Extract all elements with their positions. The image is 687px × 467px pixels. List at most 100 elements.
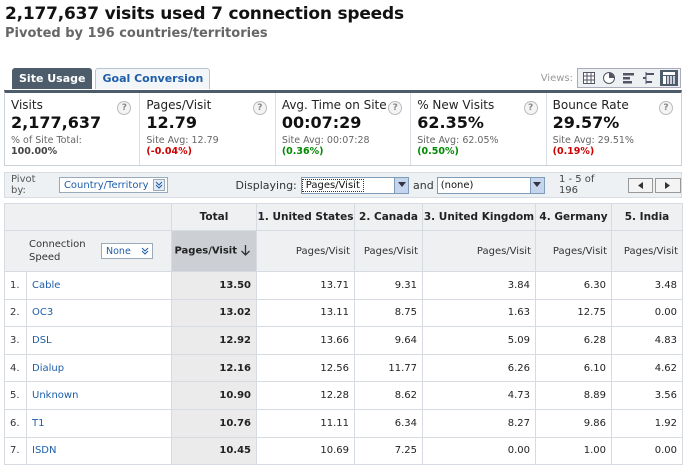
row-name-link[interactable]: T1 — [32, 418, 44, 429]
metric-header[interactable]: Pages/Visit — [611, 230, 683, 272]
pivot-table: Total 1. United States 2. Canada 3. Unit… — [4, 203, 683, 466]
scorecard-visits: Visits 2,177,637 % of Site Total: 100.00… — [5, 93, 141, 165]
value-cell: 8.75 — [354, 298, 423, 328]
row-name-link[interactable]: ISDN — [32, 445, 56, 456]
scorecard-label: Avg. Time on Site — [281, 98, 387, 112]
value-cell: 3.84 — [422, 271, 536, 300]
scorecard-pages-visit: Pages/Visit 12.79 Site Avg: 12.79 (-0.04… — [140, 93, 276, 165]
metric-header[interactable]: Pages/Visit — [535, 230, 612, 272]
value-cell: 13.11 — [256, 298, 355, 328]
scorecard-delta: (0.19%) — [552, 146, 595, 157]
value-cell: 6.34 — [354, 408, 423, 438]
metric-header[interactable]: Pages/Visit — [256, 230, 355, 272]
total-column-header: Total — [171, 203, 257, 231]
sort-metric-header[interactable]: Pages/Visit — [171, 230, 257, 272]
scorecard-sub-value: 100.00% — [11, 146, 58, 157]
value-cell: 6.28 — [535, 326, 612, 355]
table-row: 5. Unknown 10.90 12.28 8.62 4.73 8.89 3.… — [4, 381, 683, 410]
row-dimension-label: Connection Speed — [29, 239, 86, 263]
scorecard-avg-time: Avg. Time on Site 00:07:29 Site Avg: 00:… — [276, 93, 412, 165]
help-icon[interactable]: ? — [659, 101, 674, 115]
scorecard-sub-label: Site Avg: — [281, 135, 324, 146]
row-name-link[interactable]: Dialup — [32, 363, 64, 374]
tab-site-usage[interactable]: Site Usage — [12, 68, 93, 89]
pivot-column-header: 4. Germany — [535, 203, 612, 231]
scorecard-delta: (0.36%) — [281, 146, 324, 157]
tab-goal-conversion[interactable]: Goal Conversion — [95, 68, 211, 89]
dropdown-arrow-icon — [529, 177, 544, 193]
table-view-icon[interactable] — [580, 70, 598, 86]
corner-cell — [4, 203, 172, 231]
row-name-link[interactable]: Cable — [32, 280, 60, 291]
metric2-select[interactable]: (none) — [436, 176, 545, 194]
and-label: and — [413, 178, 434, 192]
scorecard-label: Bounce Rate — [552, 98, 629, 112]
value-cell: 3.48 — [611, 271, 683, 300]
metric-header[interactable]: Pages/Visit — [422, 230, 536, 272]
scorecard-sub-value: 62.05% — [462, 135, 499, 146]
arrow-right-icon — [665, 181, 671, 189]
table-row: 6. T1 10.76 11.11 6.34 8.27 9.86 1.92 — [4, 408, 683, 438]
metric1-select[interactable]: Pages/Visit — [300, 176, 409, 194]
row-name-link[interactable]: OC3 — [32, 307, 53, 318]
scorecard-value: 2,177,637 — [11, 113, 102, 132]
scorecard-value: 00:07:29 — [281, 113, 362, 132]
scorecard-delta: (0.50%) — [417, 146, 459, 157]
value-cell: 7.25 — [354, 436, 423, 466]
secondary-dimension-value: None — [106, 245, 131, 257]
total-cell: 13.02 — [171, 298, 257, 328]
value-cell: 3.56 — [611, 381, 683, 410]
row-name-cell: OC3 — [26, 298, 172, 328]
prev-page-button[interactable] — [627, 177, 654, 193]
value-cell: 9.86 — [535, 408, 612, 438]
row-index: 5. — [4, 381, 27, 410]
row-name-cell: ISDN — [26, 436, 172, 466]
secondary-dimension-select[interactable]: None — [101, 243, 153, 259]
scorecard-label: Pages/Visit — [146, 98, 212, 112]
pivot-column-header: 3. United Kingdom — [422, 203, 536, 231]
value-cell: 4.73 — [422, 381, 536, 410]
row-name-link[interactable]: Unknown — [32, 390, 78, 401]
scorecard-value: 62.35% — [417, 113, 484, 132]
row-name-cell: Unknown — [26, 381, 172, 410]
pivot-icon[interactable] — [660, 70, 678, 86]
displaying-label: Displaying: — [235, 178, 297, 192]
scorecard-new-visits: % New Visits 62.35% Site Avg: 62.05% (0.… — [411, 93, 547, 165]
view-switcher: Views: — [541, 68, 681, 88]
row-name-cell: Cable — [26, 271, 172, 300]
dropdown-arrow-icon — [394, 177, 408, 193]
value-cell: 10.69 — [256, 436, 355, 466]
value-cell: 1.00 — [535, 436, 612, 466]
table-row: 4. Dialup 12.16 12.56 11.77 6.26 6.10 4.… — [4, 353, 683, 383]
pivot-column-header: 2. Canada — [354, 203, 423, 231]
pivot-by-label: Pivot by: — [11, 174, 36, 196]
row-name-link[interactable]: DSL — [32, 335, 52, 346]
comparison-icon[interactable] — [640, 70, 658, 86]
next-page-button[interactable] — [655, 177, 681, 193]
value-cell: 6.26 — [422, 353, 536, 383]
value-cell: 8.27 — [422, 408, 536, 438]
pivot-by-select[interactable]: Country/Territory — [58, 177, 168, 193]
scorecard-sub-value: 12.79 — [191, 135, 219, 146]
total-cell: 10.45 — [171, 436, 257, 466]
scorecard-delta: (-0.04%) — [146, 146, 192, 157]
pivot-column-header: 1. United States — [256, 203, 355, 231]
help-icon[interactable]: ? — [523, 101, 538, 115]
total-cell: 10.90 — [171, 381, 257, 410]
page-title: 2,177,637 visits used 7 connection speed… — [5, 4, 404, 24]
pie-chart-icon[interactable] — [600, 70, 618, 86]
table-row: 7. ISDN 10.45 10.69 7.25 0.00 1.00 0.00 — [4, 436, 683, 466]
bar-chart-icon[interactable] — [620, 70, 638, 86]
metric-header[interactable]: Pages/Visit — [354, 230, 423, 272]
value-cell: 4.62 — [611, 353, 683, 383]
table-row: 2. OC3 13.02 13.11 8.75 1.63 12.75 0.00 — [4, 298, 683, 328]
help-icon[interactable]: ? — [252, 101, 267, 115]
scorecard-sub-value: 29.51% — [597, 135, 634, 146]
total-cell: 13.50 — [171, 271, 257, 300]
scorecard-panel: Visits 2,177,637 % of Site Total: 100.00… — [4, 90, 682, 166]
row-name-cell: T1 — [26, 408, 172, 438]
value-cell: 1.63 — [422, 298, 536, 328]
scorecard-bounce-rate: Bounce Rate 29.57% Site Avg: 29.51% (0.1… — [547, 93, 681, 165]
pivot-by-value: Country/Territory — [63, 179, 149, 191]
scorecard-sub-value: 00:07:28 — [326, 135, 370, 146]
